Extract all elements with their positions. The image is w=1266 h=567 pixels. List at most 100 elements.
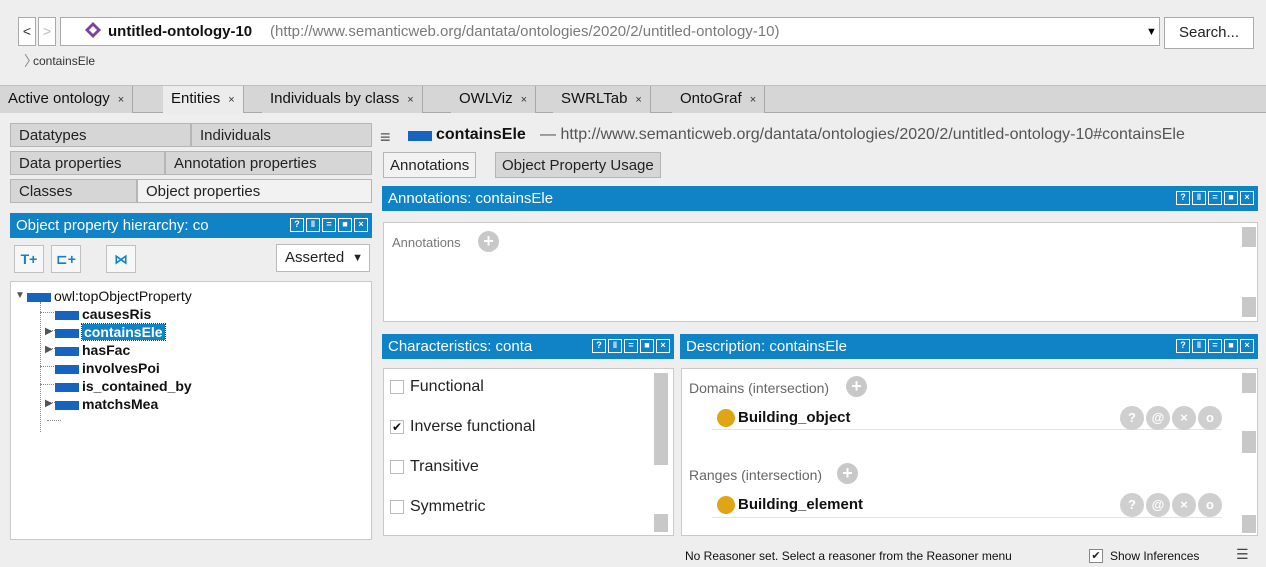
close-icon[interactable]: × — [228, 94, 234, 106]
annotate-icon[interactable]: @ — [1146, 493, 1170, 517]
tab-data-properties[interactable]: Data properties — [10, 151, 165, 175]
tree-item[interactable]: involvesPoi — [55, 359, 160, 377]
maximize-icon[interactable]: ■ — [1224, 191, 1238, 205]
tab-annotations[interactable]: Annotations — [383, 152, 477, 178]
hierarchy-mode-value: Asserted — [285, 249, 345, 266]
help-icon[interactable]: ? — [592, 339, 606, 353]
maximize-icon[interactable]: ■ — [338, 218, 352, 232]
expand-triangle-icon[interactable]: ▼ — [15, 290, 25, 301]
edit-icon[interactable]: o — [1198, 493, 1222, 517]
close-icon[interactable]: × — [1240, 339, 1254, 353]
chevron-down-icon[interactable]: ▼ — [1146, 26, 1157, 38]
tab-annotation-properties[interactable]: Annotation properties — [165, 151, 372, 175]
tab-individuals[interactable]: Individuals — [191, 123, 372, 147]
back-button[interactable]: < — [18, 17, 36, 46]
scrollbar[interactable] — [1242, 431, 1256, 453]
split-horizontal-icon[interactable]: = — [1208, 339, 1222, 353]
tree-item[interactable]: matchsMea — [55, 395, 158, 413]
reasoner-status: No Reasoner set. Select a reasoner from … — [685, 549, 1012, 563]
scrollbar[interactable] — [654, 514, 668, 532]
menu-icon[interactable]: ≡ — [380, 127, 391, 148]
add-sibling-property-icon[interactable]: ⊏+ — [51, 245, 81, 273]
tree-item[interactable]: causesRis — [55, 305, 151, 323]
show-inferences-checkbox[interactable]: ✔ — [1089, 549, 1103, 563]
help-icon[interactable]: ? — [1176, 191, 1190, 205]
split-vertical-icon[interactable]: ‖ — [306, 218, 320, 232]
add-sub-property-icon[interactable]: T+ — [14, 245, 44, 273]
tree-guide-line — [40, 384, 54, 385]
close-icon[interactable]: × — [656, 339, 670, 353]
help-icon[interactable]: ? — [290, 218, 304, 232]
tab-owlviz[interactable]: OWLViz × — [451, 86, 537, 113]
tab-active-ontology[interactable]: Active ontology × — [0, 86, 134, 113]
delete-property-icon[interactable]: ⋈ — [106, 245, 136, 273]
annotations-title: Annotations: containsEle — [388, 190, 554, 207]
tab-swrltab[interactable]: SWRLTab × — [553, 86, 651, 113]
scrollbar[interactable] — [654, 373, 668, 465]
scrollbar[interactable] — [1242, 515, 1256, 533]
maximize-icon[interactable]: ■ — [1224, 339, 1238, 353]
characteristic-transitive[interactable]: Transitive — [390, 458, 479, 476]
breadcrumb[interactable]: containsEle — [33, 54, 95, 68]
close-icon[interactable]: × — [635, 94, 641, 106]
list-icon[interactable]: ☰ — [1236, 546, 1249, 563]
characteristic-inverse-functional[interactable]: ✔ Inverse functional — [390, 418, 535, 436]
scrollbar[interactable] — [1242, 373, 1256, 393]
close-icon[interactable]: × — [750, 94, 756, 106]
tab-ontograf[interactable]: OntoGraf × — [672, 86, 766, 113]
tree-item-selected[interactable]: containsEle — [55, 323, 166, 341]
range-item[interactable]: Building_element — [738, 496, 863, 513]
forward-button[interactable]: > — [38, 17, 56, 46]
tab-label: OntoGraf — [680, 90, 742, 107]
split-vertical-icon[interactable]: ‖ — [1192, 339, 1206, 353]
close-icon[interactable]: × — [521, 94, 527, 106]
scrollbar[interactable] — [1242, 297, 1256, 317]
tab-entities[interactable]: Entities × — [163, 86, 244, 113]
checkbox[interactable] — [390, 459, 404, 474]
characteristic-functional[interactable]: Functional — [390, 378, 484, 396]
close-icon[interactable]: × — [118, 94, 124, 106]
characteristic-symmetric[interactable]: Symmetric — [390, 498, 486, 516]
tree-item[interactable]: is_contained_by — [55, 377, 192, 395]
collapse-triangle-icon[interactable]: ▶ — [45, 326, 53, 337]
annotations-label: Annotations — [392, 235, 461, 250]
split-vertical-icon[interactable]: ‖ — [1192, 191, 1206, 205]
add-icon[interactable]: + — [478, 231, 499, 252]
delete-icon[interactable]: × — [1172, 493, 1196, 517]
close-icon[interactable]: × — [407, 94, 413, 106]
domain-item[interactable]: Building_object — [738, 409, 851, 426]
edit-icon[interactable]: o — [1198, 406, 1222, 430]
entity-name: containsEle — [436, 126, 526, 143]
close-icon[interactable]: × — [354, 218, 368, 232]
tree-guide-line — [40, 312, 54, 313]
tab-classes[interactable]: Classes — [10, 179, 137, 203]
checkbox[interactable] — [390, 379, 404, 394]
collapse-triangle-icon[interactable]: ▶ — [45, 344, 53, 355]
explain-icon[interactable]: ? — [1120, 493, 1144, 517]
tree-item[interactable]: hasFac — [55, 341, 130, 359]
collapse-triangle-icon[interactable]: ▶ — [45, 398, 53, 409]
tree-item[interactable]: owl:topObjectProperty — [27, 287, 192, 305]
split-vertical-icon[interactable]: ‖ — [608, 339, 622, 353]
split-horizontal-icon[interactable]: = — [624, 339, 638, 353]
maximize-icon[interactable]: ■ — [640, 339, 654, 353]
explain-icon[interactable]: ? — [1120, 406, 1144, 430]
add-range-icon[interactable]: + — [837, 463, 858, 484]
checkbox[interactable] — [390, 499, 404, 514]
delete-icon[interactable]: × — [1172, 406, 1196, 430]
help-icon[interactable]: ? — [1176, 339, 1190, 353]
annotate-icon[interactable]: @ — [1146, 406, 1170, 430]
tab-object-property-usage[interactable]: Object Property Usage — [495, 152, 661, 178]
close-icon[interactable]: × — [1240, 191, 1254, 205]
scrollbar[interactable] — [1242, 227, 1256, 247]
split-horizontal-icon[interactable]: = — [1208, 191, 1222, 205]
add-domain-icon[interactable]: + — [846, 376, 867, 397]
tab-individuals-by-class[interactable]: Individuals by class × — [262, 86, 423, 113]
checkbox-checked[interactable]: ✔ — [390, 419, 404, 434]
tab-datatypes[interactable]: Datatypes — [10, 123, 191, 147]
object-property-icon — [55, 364, 79, 374]
hierarchy-mode-select[interactable]: Asserted ▼ — [276, 244, 370, 272]
search-button[interactable]: Search... — [1164, 17, 1254, 49]
split-horizontal-icon[interactable]: = — [322, 218, 336, 232]
tab-object-properties[interactable]: Object properties — [137, 179, 372, 203]
